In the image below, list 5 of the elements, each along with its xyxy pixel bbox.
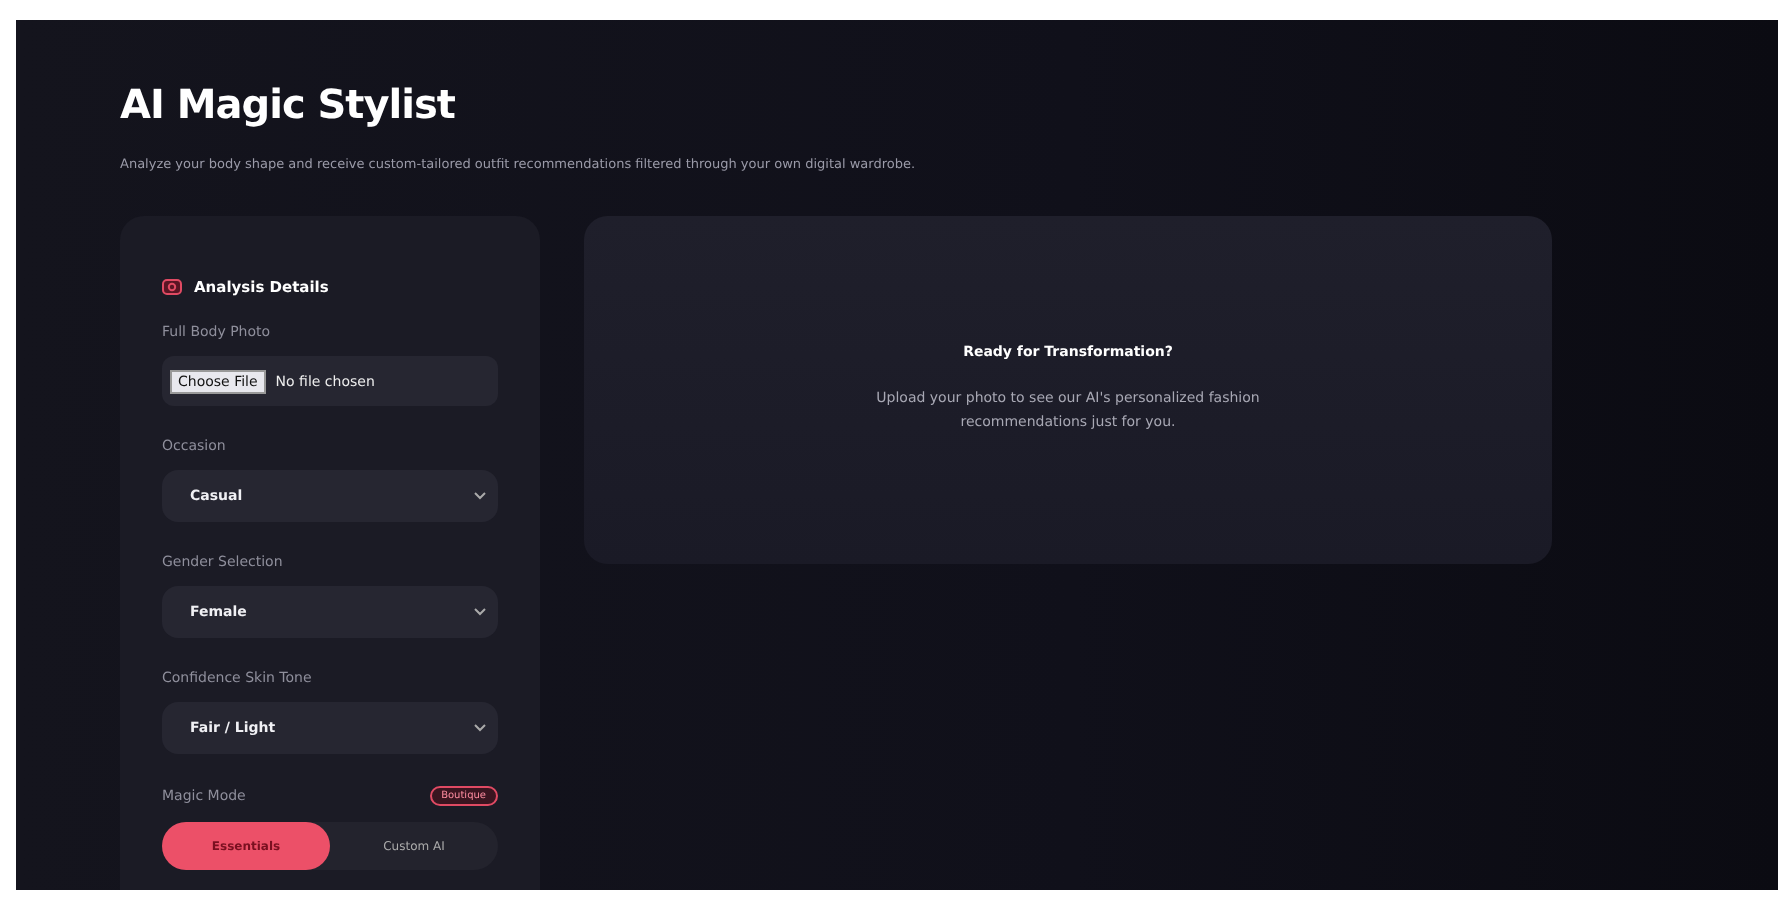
chevron-down-icon bbox=[474, 608, 486, 616]
page-title: AI Magic Stylist bbox=[120, 80, 457, 128]
chevron-down-icon bbox=[474, 492, 486, 500]
camera-icon bbox=[162, 276, 182, 296]
chevron-down-icon bbox=[474, 724, 486, 732]
